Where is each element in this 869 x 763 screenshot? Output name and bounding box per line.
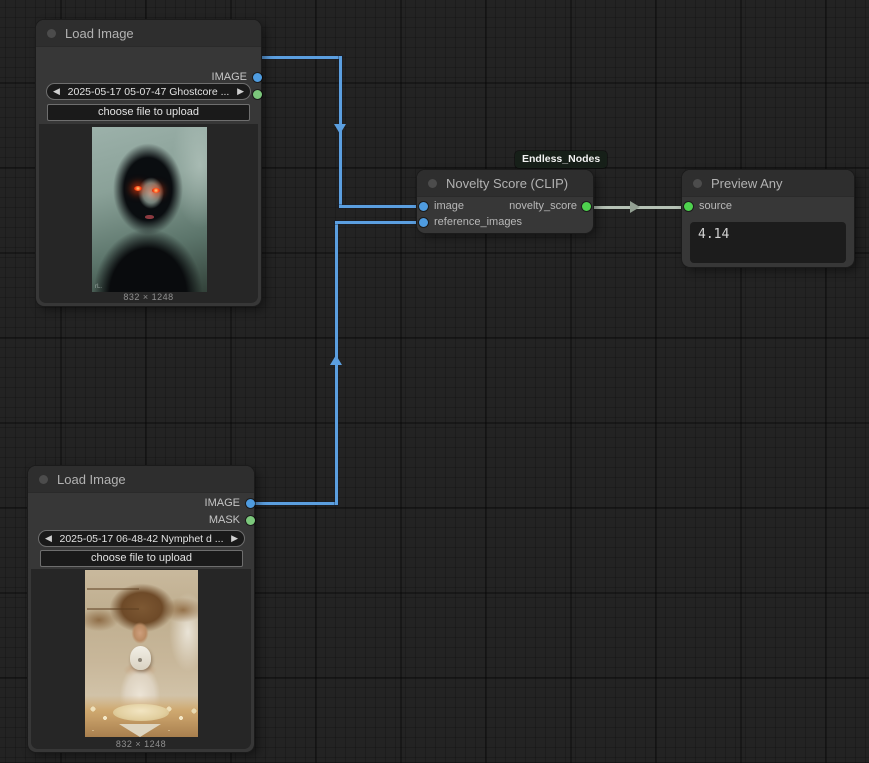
image-file-combo[interactable]: ◀ 2025-05-17 05-07-47 Ghostcore ... ▶ (46, 83, 251, 100)
lips-shape (145, 215, 154, 219)
input-label-image: image (434, 200, 464, 212)
tablecloth-shape (119, 724, 161, 737)
node-source-badge: Endless_Nodes (515, 151, 607, 168)
node-header[interactable]: Load Image (28, 466, 254, 493)
output-label-image: IMAGE (212, 71, 247, 83)
wire-arrow-right-icon (630, 201, 640, 213)
choose-file-button[interactable]: choose file to upload (47, 104, 250, 121)
output-slot-novelty-score[interactable] (582, 202, 591, 211)
image-preview-nymphet (85, 570, 198, 737)
mixer-shape (130, 646, 151, 670)
popcorn-pile (113, 704, 169, 721)
image-size-label: 832 × 1248 (28, 739, 254, 749)
node-title: Load Image (57, 472, 126, 487)
output-slot-image[interactable] (253, 73, 262, 82)
image-file-value: 2025-05-17 05-07-47 Ghostcore ... (66, 86, 231, 98)
node-title: Load Image (65, 26, 134, 41)
input-slot-source[interactable] (684, 202, 693, 211)
choose-file-button[interactable]: choose file to upload (40, 550, 243, 567)
node-title: Novelty Score (CLIP) (446, 176, 568, 191)
collapse-dot-icon[interactable] (428, 179, 437, 188)
combo-prev-icon[interactable]: ◀ (47, 84, 66, 99)
output-slot-mask[interactable] (246, 516, 255, 525)
collapse-dot-icon[interactable] (47, 29, 56, 38)
wire-arrow-down-icon (334, 124, 346, 134)
image-size-label: 832 × 1248 (36, 292, 261, 302)
node-title: Preview Any (711, 176, 783, 191)
node-header[interactable]: Novelty Score (CLIP) (417, 170, 593, 197)
preview-value-display: 4.14 (690, 222, 846, 263)
node-load-image-2[interactable]: Load Image IMAGE MASK ◀ 2025-05-17 06-48… (28, 466, 254, 752)
node-header[interactable]: Preview Any (682, 170, 854, 197)
input-slot-image[interactable] (419, 202, 428, 211)
output-slot-image[interactable] (246, 499, 255, 508)
output-label-image: IMAGE (205, 497, 240, 509)
combo-next-icon[interactable]: ▶ (225, 531, 244, 546)
wire-image-1 (257, 56, 342, 59)
shelf-line (87, 588, 139, 590)
wire-image-2 (250, 502, 338, 505)
node-novelty-score[interactable]: Endless_Nodes Novelty Score (CLIP) image… (417, 170, 593, 233)
collapse-dot-icon[interactable] (39, 475, 48, 484)
glowing-eye-left (134, 186, 142, 191)
image-watermark: rL. (95, 284, 102, 290)
output-label-mask: MASK (209, 514, 240, 526)
wire-image-1 (339, 205, 424, 208)
input-slot-reference-images[interactable] (419, 218, 428, 227)
combo-next-icon[interactable]: ▶ (231, 84, 250, 99)
node-graph-canvas[interactable]: Load Image IMAGE MASK ◀ 2025-05-17 05-07… (0, 0, 869, 763)
glowing-eye-right (152, 188, 160, 193)
image-preview-ghostcore: rL. (92, 127, 207, 292)
node-load-image-1[interactable]: Load Image IMAGE MASK ◀ 2025-05-17 05-07… (36, 20, 261, 306)
image-file-value: 2025-05-17 06-48-42 Nymphet d ... (58, 533, 225, 545)
shelf-line (87, 608, 139, 610)
wire-image-2 (335, 221, 424, 224)
wire-arrow-up-icon (330, 355, 342, 365)
combo-prev-icon[interactable]: ◀ (39, 531, 58, 546)
output-label-novelty-score: novelty_score (509, 200, 577, 212)
output-slot-mask[interactable] (253, 90, 262, 99)
input-label-reference-images: reference_images (434, 216, 522, 228)
image-file-combo[interactable]: ◀ 2025-05-17 06-48-42 Nymphet d ... ▶ (38, 530, 245, 547)
collapse-dot-icon[interactable] (693, 179, 702, 188)
node-preview-any[interactable]: Preview Any source 4.14 (682, 170, 854, 267)
node-header[interactable]: Load Image (36, 20, 261, 47)
input-label-source: source (699, 200, 732, 212)
